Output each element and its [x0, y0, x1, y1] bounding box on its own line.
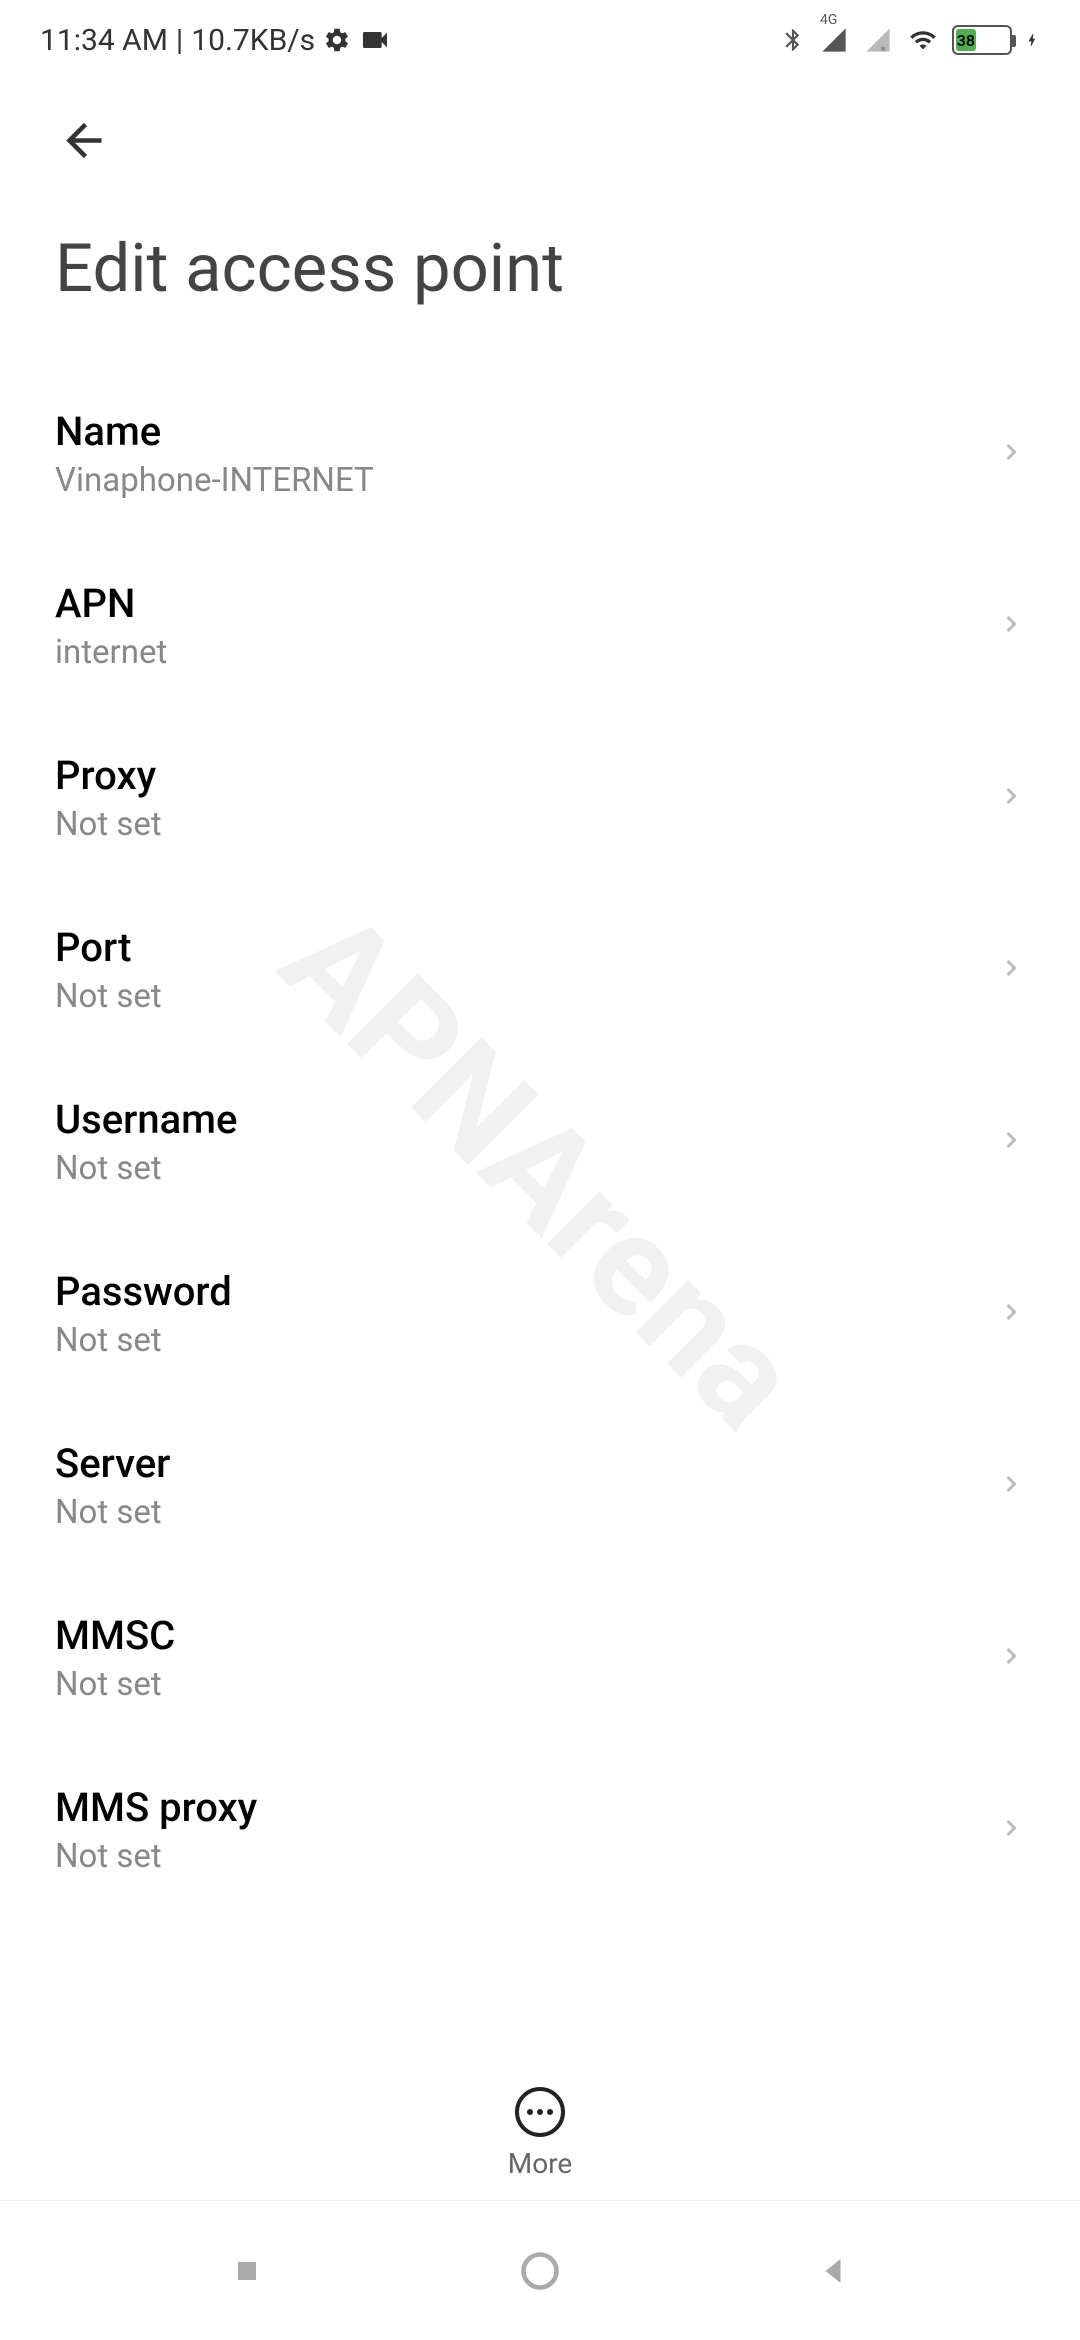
nav-recents-button[interactable] — [197, 2221, 297, 2321]
setting-value: Vinaphone-INTERNET — [55, 461, 374, 500]
video-camera-icon — [359, 24, 391, 56]
setting-name[interactable]: Name Vinaphone-INTERNET — [0, 368, 1080, 540]
setting-value: Not set — [55, 1149, 237, 1188]
status-right: 4G 38 — [780, 25, 1040, 55]
setting-value: Not set — [55, 1665, 175, 1704]
setting-value: Not set — [55, 805, 162, 844]
chevron-right-icon — [997, 1806, 1025, 1854]
back-button[interactable] — [55, 110, 115, 170]
charging-icon — [1024, 26, 1040, 54]
setting-label: Name — [55, 408, 374, 455]
setting-value: Not set — [55, 1321, 232, 1360]
status-left: 11:34 AM | 10.7KB/s — [40, 23, 391, 58]
chevron-right-icon — [997, 1290, 1025, 1338]
back-section — [0, 80, 1080, 190]
more-dot-icon — [527, 2109, 533, 2115]
chevron-right-icon — [997, 1634, 1025, 1682]
wifi-icon — [906, 26, 940, 54]
setting-port[interactable]: Port Not set — [0, 884, 1080, 1056]
page-title: Edit access point — [0, 190, 1080, 368]
chevron-right-icon — [997, 602, 1025, 650]
more-dot-icon — [547, 2109, 553, 2115]
chevron-right-icon — [997, 774, 1025, 822]
status-speed: 10.7KB/s — [191, 23, 315, 58]
more-label: More — [508, 2147, 573, 2180]
bottom-action-bar: More — [0, 2077, 1080, 2180]
battery-icon: 38 — [952, 25, 1012, 55]
setting-value: Not set — [55, 1837, 257, 1876]
status-separator: | — [176, 23, 183, 58]
setting-label: APN — [55, 580, 167, 627]
setting-server[interactable]: Server Not set — [0, 1400, 1080, 1572]
setting-label: Password — [55, 1268, 232, 1315]
status-time: 11:34 AM — [40, 23, 168, 58]
setting-label: Server — [55, 1440, 170, 1487]
setting-label: Proxy — [55, 752, 162, 799]
bluetooth-icon — [780, 25, 806, 55]
setting-apn[interactable]: APN internet — [0, 540, 1080, 712]
setting-label: Port — [55, 924, 162, 971]
nav-back-button[interactable] — [783, 2221, 883, 2321]
setting-mms-proxy[interactable]: MMS proxy Not set — [0, 1744, 1080, 1916]
setting-value: internet — [55, 633, 167, 672]
setting-label: Username — [55, 1096, 237, 1143]
signal-4g-icon: 4G — [818, 26, 850, 54]
setting-value: Not set — [55, 1493, 170, 1532]
setting-label: MMSC — [55, 1612, 175, 1659]
setting-value: Not set — [55, 977, 162, 1016]
battery-level: 38 — [956, 29, 976, 51]
setting-mmsc[interactable]: MMSC Not set — [0, 1572, 1080, 1744]
settings-gear-icon — [323, 26, 351, 54]
chevron-right-icon — [997, 1462, 1025, 1510]
setting-label: MMS proxy — [55, 1784, 257, 1831]
navigation-bar — [0, 2200, 1080, 2340]
settings-list: Name Vinaphone-INTERNET APN internet Pro… — [0, 368, 1080, 1916]
setting-username[interactable]: Username Not set — [0, 1056, 1080, 1228]
chevron-right-icon — [997, 430, 1025, 478]
chevron-right-icon — [997, 1118, 1025, 1166]
chevron-right-icon — [997, 946, 1025, 994]
setting-password[interactable]: Password Not set — [0, 1228, 1080, 1400]
more-button[interactable] — [515, 2087, 565, 2137]
nav-home-button[interactable] — [490, 2221, 590, 2321]
setting-proxy[interactable]: Proxy Not set — [0, 712, 1080, 884]
status-bar: 11:34 AM | 10.7KB/s 4G — [0, 0, 1080, 80]
more-dot-icon — [537, 2109, 543, 2115]
signal-no-sim-icon — [862, 26, 894, 54]
